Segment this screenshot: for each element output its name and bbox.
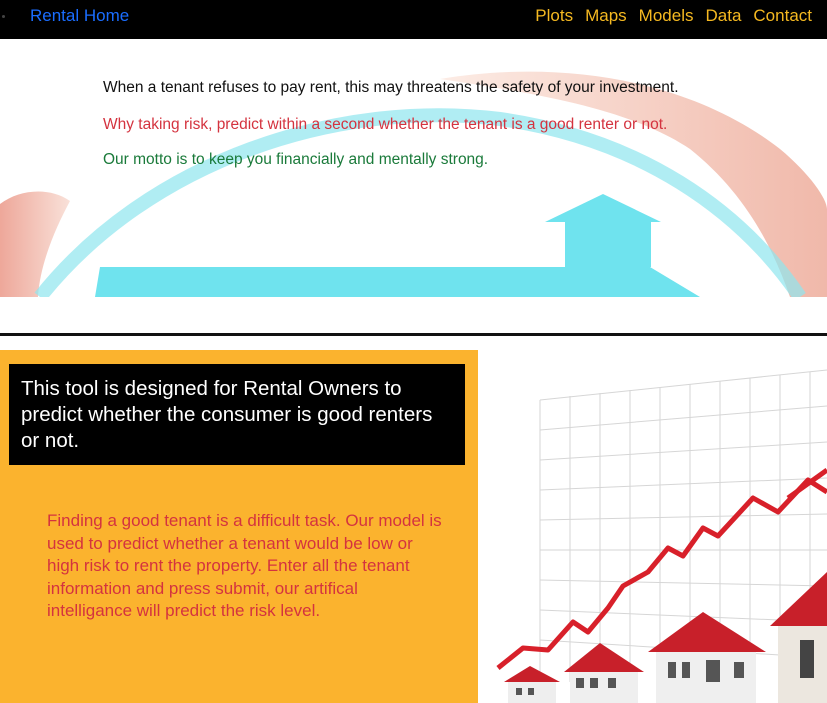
- growth-houses-image: [478, 350, 827, 703]
- tool-heading: This tool is designed for Rental Owners …: [21, 377, 433, 452]
- house-small: [504, 666, 560, 703]
- hero-line-motto: Our motto is to keep you financially and…: [103, 151, 489, 168]
- brand-link[interactable]: Rental Home: [30, 6, 129, 26]
- nav-link-models[interactable]: Models: [639, 6, 694, 26]
- tool-description: Finding a good tenant is a difficult tas…: [47, 511, 442, 620]
- house-large: [648, 612, 766, 703]
- house-xlarge: [770, 572, 827, 703]
- nav-link-contact[interactable]: Contact: [753, 6, 812, 26]
- nav-link-plots[interactable]: Plots: [535, 6, 573, 26]
- section-divider: [0, 333, 827, 336]
- nav-links: Plots Maps Models Data Contact: [523, 6, 812, 26]
- bullet-dot: [2, 15, 5, 18]
- hero-banner: When a tenant refuses to pay rent, this …: [0, 39, 827, 297]
- house-medium: [564, 643, 644, 703]
- info-panel: This tool is designed for Rental Owners …: [0, 350, 478, 703]
- hero-line-warning: When a tenant refuses to pay rent, this …: [103, 79, 679, 96]
- nav-link-maps[interactable]: Maps: [585, 6, 627, 26]
- hero-line-predict: Why taking risk, predict within a second…: [103, 116, 668, 133]
- tool-heading-box: This tool is designed for Rental Owners …: [9, 364, 465, 465]
- top-navbar: Rental Home Plots Maps Models Data Conta…: [0, 0, 827, 39]
- growth-chart-houses-illustration: [496, 369, 827, 703]
- nav-link-data[interactable]: Data: [705, 6, 741, 26]
